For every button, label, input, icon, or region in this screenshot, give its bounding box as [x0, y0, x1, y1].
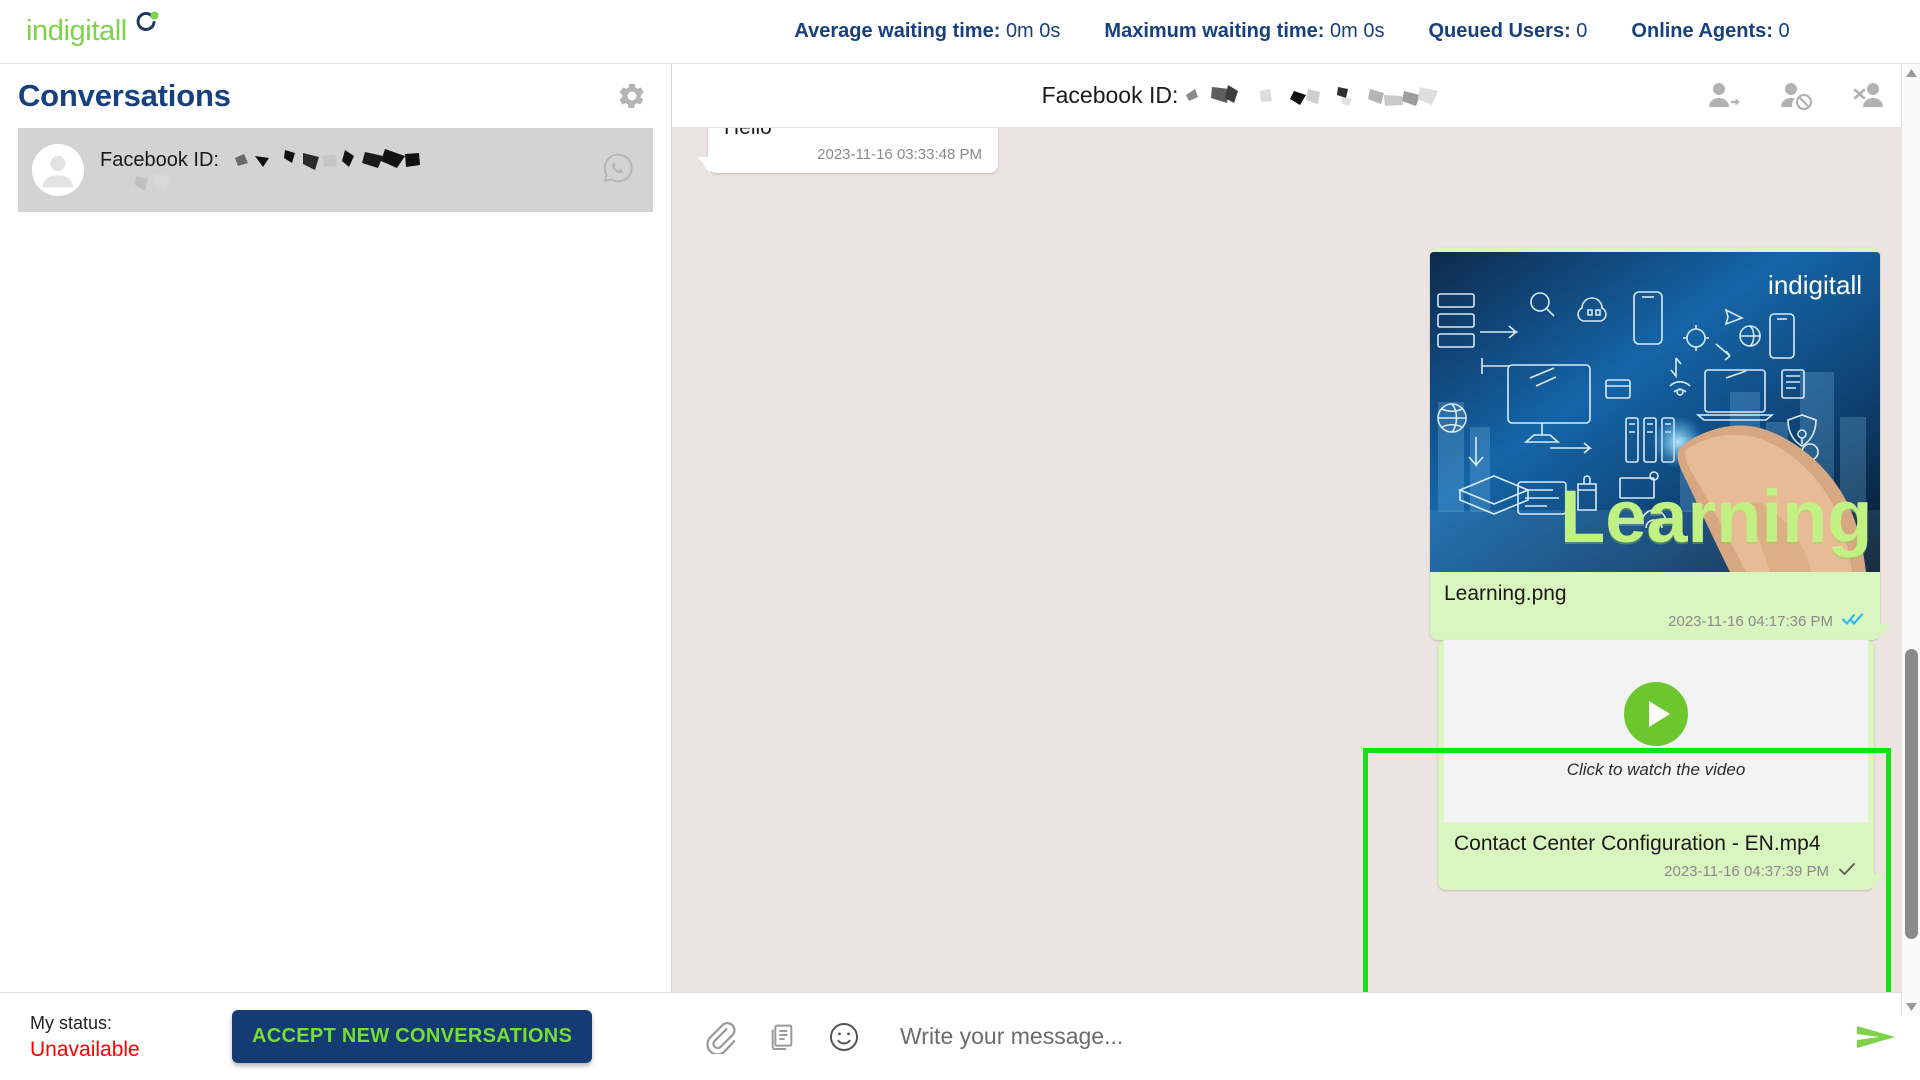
- message-outgoing-image: indigitall Learning Learning Learning.pn…: [1430, 248, 1890, 640]
- message-incoming-text: Hello 2023-11-16 03:33:48 PM: [698, 128, 998, 173]
- app-logo: indigitall: [0, 0, 672, 64]
- message-list: Hello 2023-11-16 03:33:48 PM: [672, 128, 1920, 992]
- paperclip-icon[interactable]: [700, 1017, 740, 1057]
- chat-contact-title: Facebook ID:: [672, 82, 1708, 109]
- message-bubble[interactable]: Hello 2023-11-16 03:33:48 PM: [698, 128, 998, 173]
- top-bar: indigitall Average waiting time: 0m 0s M…: [0, 0, 1920, 64]
- svg-text:indigitall: indigitall: [1768, 270, 1862, 300]
- documents-icon[interactable]: [762, 1017, 802, 1057]
- conversation-list-item[interactable]: Facebook ID:: [18, 128, 653, 212]
- image-filename: Learning.png: [1444, 582, 1567, 605]
- brand-name: indigitall: [26, 15, 127, 47]
- redacted-id: [1178, 84, 1458, 107]
- indigitall-mark-icon: [133, 10, 159, 41]
- scroll-up-arrow-icon[interactable]: [1902, 64, 1920, 82]
- message-bubble[interactable]: indigitall Learning Learning Learning.pn…: [1430, 248, 1890, 640]
- accept-new-conversations-button[interactable]: ACCEPT NEW CONVERSATIONS: [232, 1010, 593, 1063]
- read-receipt-double-check-icon: [1841, 612, 1864, 630]
- conversations-header: Conversations: [0, 64, 671, 128]
- stat-label: Queued Users:: [1428, 20, 1571, 42]
- gear-icon[interactable]: [615, 79, 649, 113]
- stat-value: 0: [1778, 20, 1790, 42]
- stat-label: Average waiting time:: [794, 20, 1001, 42]
- stat-label: Maximum waiting time:: [1104, 20, 1325, 42]
- play-icon[interactable]: [1624, 682, 1688, 746]
- send-arrow-icon[interactable]: [1850, 1014, 1902, 1060]
- agent-status-bar: My status: Unavailable ACCEPT NEW CONVER…: [0, 992, 672, 1080]
- stat-value: 0m 0s: [1330, 20, 1385, 42]
- redacted-id-line2: [100, 173, 585, 194]
- conversations-panel: Conversations Facebook ID: My status: Un…: [0, 64, 672, 1080]
- message-meta: 2023-11-16 03:33:48 PM: [708, 140, 998, 173]
- stat-maximum-waiting-time: Maximum waiting time: 0m 0s: [1104, 20, 1384, 43]
- message-text: Hello: [708, 128, 998, 140]
- stat-value: 0: [1576, 20, 1588, 42]
- agent-status: My status: Unavailable: [0, 1010, 232, 1063]
- conversation-summary: Facebook ID:: [100, 147, 585, 194]
- whatsapp-icon: [601, 151, 635, 190]
- video-filename: Contact Center Configuration - EN.mp4: [1454, 832, 1821, 855]
- message-timestamp: 2023-11-16 03:33:48 PM: [817, 146, 982, 163]
- chat-panel: Facebook ID: 2023-11-16 03:33:48 PM indi…: [672, 64, 1920, 1080]
- chat-contact-label: Facebook ID:: [1041, 82, 1179, 108]
- scroll-down-arrow-icon[interactable]: [1902, 998, 1920, 1016]
- person-remove-icon[interactable]: [1852, 79, 1886, 113]
- message-input[interactable]: [886, 1023, 1828, 1050]
- video-attachment-preview[interactable]: Click to watch the video: [1444, 640, 1868, 822]
- status-badge: Unavailable: [30, 1037, 140, 1061]
- conversation-list: Facebook ID:: [0, 128, 671, 212]
- person-avatar-icon: [32, 144, 84, 196]
- image-attachment-thumbnail[interactable]: indigitall Learning Learning: [1430, 252, 1880, 572]
- stat-average-waiting-time: Average waiting time: 0m 0s: [794, 20, 1060, 43]
- svg-text:Learning: Learning: [1560, 475, 1872, 558]
- message-meta: 2023-11-16 04:37:39 PM: [1438, 856, 1874, 890]
- stats-bar: Average waiting time: 0m 0s Maximum wait…: [672, 0, 1920, 64]
- chat-scrollbar[interactable]: [1901, 64, 1920, 1016]
- person-arrow-icon[interactable]: [1708, 79, 1742, 113]
- sent-receipt-single-check-icon: [1838, 862, 1856, 880]
- redacted-id: [225, 148, 505, 170]
- scrollbar-thumb[interactable]: [1905, 649, 1918, 939]
- stat-label: Online Agents:: [1631, 20, 1773, 42]
- message-outgoing-video: Click to watch the video Contact Center …: [1438, 634, 1884, 890]
- smiley-icon[interactable]: [824, 1017, 864, 1057]
- status-label: My status:: [30, 1012, 113, 1033]
- stat-value: 0m 0s: [1005, 20, 1061, 42]
- page-title: Conversations: [18, 78, 231, 113]
- stat-queued-users: Queued Users: 0: [1428, 20, 1587, 43]
- message-bubble[interactable]: Click to watch the video Contact Center …: [1438, 640, 1884, 890]
- message-timestamp: 2023-11-16 04:17:36 PM: [1668, 612, 1833, 630]
- message-composer: [672, 992, 1920, 1080]
- message-timestamp: 2023-11-16 04:37:39 PM: [1664, 862, 1829, 880]
- video-hint-text: Click to watch the video: [1566, 760, 1746, 779]
- chat-header: Facebook ID:: [672, 64, 1920, 128]
- person-block-icon[interactable]: [1780, 79, 1814, 113]
- stat-online-agents: Online Agents: 0: [1631, 20, 1789, 43]
- chat-action-buttons: [1708, 79, 1898, 113]
